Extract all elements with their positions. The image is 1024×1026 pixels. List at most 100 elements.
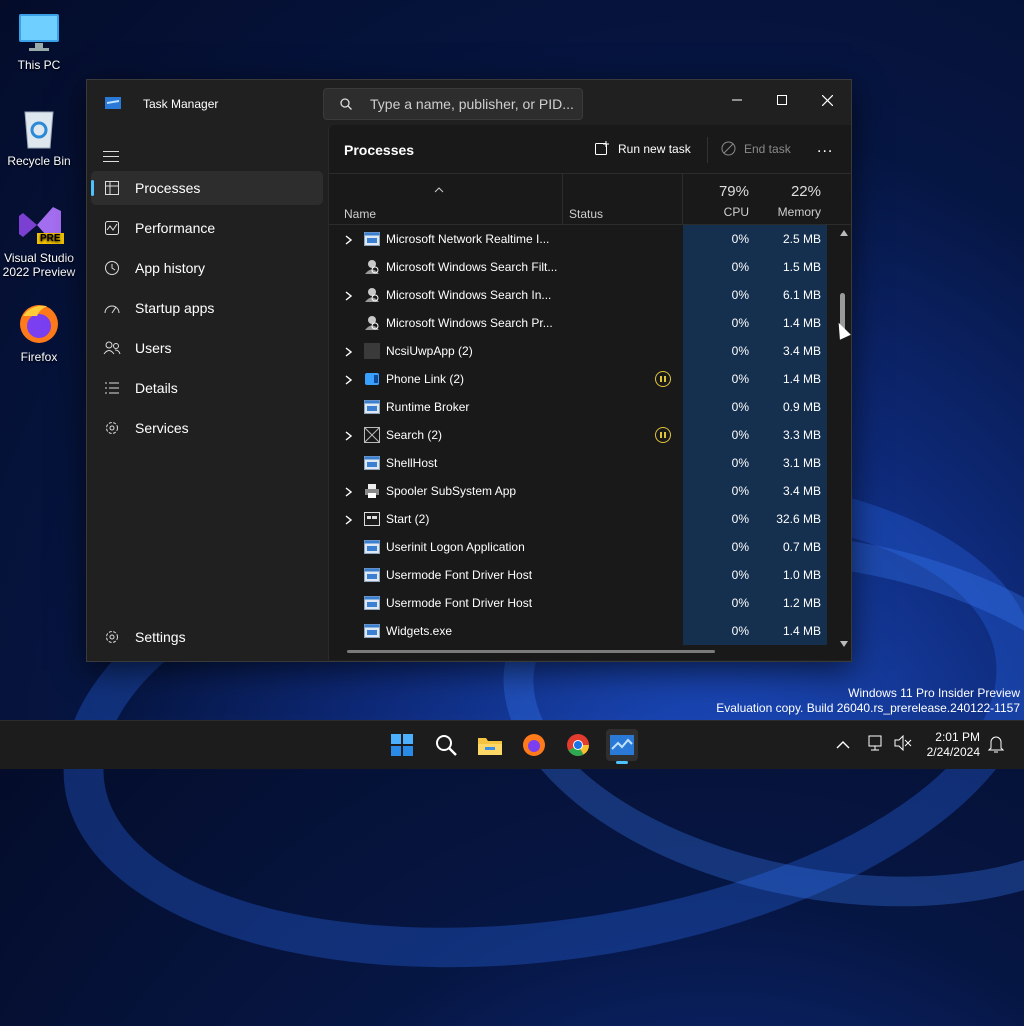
table-row[interactable]: ShellHost 0% 3.1 MB [329, 449, 851, 477]
expand-chevron-icon[interactable] [345, 234, 353, 248]
clock-date: 2/24/2024 [926, 745, 980, 759]
memory-cell: 32.6 MB [755, 505, 827, 533]
expand-chevron-icon[interactable] [345, 290, 353, 304]
more-options-button[interactable]: ... [817, 139, 833, 157]
maximize-button[interactable] [762, 86, 802, 114]
table-row[interactable]: Phone Link (2) 0% 1.4 MB [329, 365, 851, 393]
cpu-value: 0% [731, 624, 749, 638]
column-header-memory[interactable]: Memory [755, 205, 821, 219]
window-title: Task Manager [143, 97, 219, 111]
nav-item-app-history[interactable]: App history [91, 251, 323, 285]
system-clock[interactable]: 2:01 PM 2/24/2024 [927, 730, 980, 760]
desktop-icon-visual-studio[interactable]: PRE Visual Studio 2022 Preview [1, 203, 77, 279]
minimize-button[interactable] [717, 86, 757, 114]
task-manager-window: Task Manager Type a name, publisher, or … [86, 79, 852, 662]
firefox-taskbar-button[interactable] [518, 729, 550, 761]
desktop-icon-recycle-bin[interactable]: Recycle Bin [1, 106, 77, 168]
table-row[interactable]: Spooler SubSystem App 0% 3.4 MB [329, 477, 851, 505]
nav-item-processes[interactable]: Processes [91, 171, 323, 205]
column-header-status[interactable]: Status [569, 207, 603, 221]
hamburger-menu-icon[interactable] [103, 147, 119, 166]
memory-value: 2.5 MB [782, 232, 821, 246]
cpu-cell: 0% [683, 281, 755, 309]
horizontal-scrollbar[interactable] [347, 650, 715, 653]
close-button[interactable] [807, 86, 847, 114]
cpu-value: 0% [731, 596, 749, 610]
nav-item-performance[interactable]: Performance [91, 211, 323, 245]
desktop-icon-label: Recycle Bin [7, 154, 71, 168]
table-row[interactable]: Microsoft Windows Search Pr... 0% 1.4 MB [329, 309, 851, 337]
evaluation-watermark: Windows 11 Pro Insider Preview Evaluatio… [716, 686, 1020, 716]
cpu-cell: 0% [683, 561, 755, 589]
expand-chevron-icon[interactable] [345, 346, 353, 360]
memory-value: 6.1 MB [782, 288, 821, 302]
cpu-value: 0% [731, 260, 749, 274]
expand-chevron-icon[interactable] [345, 514, 353, 528]
end-task-button[interactable]: End task [721, 141, 791, 156]
table-row[interactable]: Microsoft Network Realtime I... 0% 2.5 MB [329, 225, 851, 253]
search-input[interactable]: Type a name, publisher, or PID... [370, 96, 574, 112]
table-row[interactable]: Widgets.exe 0% 1.4 MB [329, 617, 851, 645]
memory-value: 3.3 MB [782, 428, 821, 442]
memory-cell: 3.4 MB [755, 337, 827, 365]
file-explorer-icon [478, 738, 502, 755]
table-row[interactable]: Userinit Logon Application 0% 0.7 MB [329, 533, 851, 561]
cpu-value: 0% [731, 316, 749, 330]
show-hidden-icons-chevron-icon[interactable] [836, 737, 850, 755]
process-name: NcsiUwpApp (2) [386, 344, 473, 358]
table-row[interactable]: Runtime Broker 0% 0.9 MB [329, 393, 851, 421]
cpu-cell: 0% [683, 589, 755, 617]
file-explorer-button[interactable] [474, 729, 506, 761]
nav-item-services[interactable]: Services [91, 411, 323, 445]
nav-item-startup-apps[interactable]: Startup apps [91, 291, 323, 325]
expand-chevron-icon[interactable] [345, 486, 353, 500]
network-icon[interactable] [868, 735, 886, 756]
memory-total-percent[interactable]: 22% [755, 183, 821, 200]
nav-item-settings[interactable]: Settings [91, 620, 323, 654]
taskbar-search-button[interactable] [430, 729, 462, 761]
cpu-cell: 0% [683, 533, 755, 561]
app-window-icon [364, 455, 380, 471]
chrome-taskbar-button[interactable] [562, 729, 594, 761]
table-row[interactable]: NcsiUwpApp (2) 0% 3.4 MB [329, 337, 851, 365]
cpu-value: 0% [731, 288, 749, 302]
run-new-task-button[interactable]: Run new task [595, 141, 691, 156]
table-row[interactable]: Microsoft Windows Search Filt... 0% 1.5 MB [329, 253, 851, 281]
expand-chevron-icon[interactable] [345, 374, 353, 388]
cpu-value: 0% [731, 372, 749, 386]
memory-cell: 6.1 MB [755, 281, 827, 309]
nav-item-label: Performance [135, 220, 216, 236]
task-manager-taskbar-button[interactable] [606, 729, 638, 764]
start-button[interactable] [386, 729, 418, 761]
vertical-scrollbar[interactable] [837, 227, 849, 647]
scroll-up-arrow-icon[interactable] [840, 230, 848, 236]
table-row[interactable]: Search (2) 0% 3.3 MB [329, 421, 851, 449]
nav-item-details[interactable]: Details [91, 371, 323, 405]
memory-cell: 1.2 MB [755, 589, 827, 617]
notification-bell-icon[interactable] [987, 735, 1005, 758]
table-row[interactable]: Usermode Font Driver Host 0% 1.2 MB [329, 589, 851, 617]
table-row[interactable]: Usermode Font Driver Host 0% 1.0 MB [329, 561, 851, 589]
performance-chart-icon [103, 219, 121, 237]
scroll-down-arrow-icon[interactable] [840, 641, 848, 647]
expand-chevron-icon[interactable] [345, 430, 353, 444]
watermark-line: Windows 11 Pro Insider Preview [848, 686, 1020, 700]
column-header-cpu[interactable]: CPU [683, 205, 749, 219]
cpu-value: 0% [731, 484, 749, 498]
memory-cell: 3.1 MB [755, 449, 827, 477]
nav-item-label: Processes [135, 180, 201, 196]
table-row[interactable]: Microsoft Windows Search In... 0% 6.1 MB [329, 281, 851, 309]
column-header-name[interactable]: Name [344, 207, 376, 221]
table-row[interactable]: Start (2) 0% 32.6 MB [329, 505, 851, 533]
desktop-icon-this-pc[interactable]: This PC [1, 10, 77, 72]
nav-item-users[interactable]: Users [91, 331, 323, 365]
desktop-icon-firefox[interactable]: Firefox [1, 302, 77, 364]
end-task-label: End task [744, 141, 791, 156]
search-box[interactable]: Type a name, publisher, or PID... [323, 88, 583, 120]
process-name: Microsoft Windows Search Filt... [386, 260, 558, 274]
volume-muted-icon[interactable] [894, 734, 912, 756]
minimize-icon [732, 99, 742, 101]
watermark-line: Evaluation copy. Build 26040.rs_prerelea… [716, 701, 1020, 715]
process-name: ShellHost [386, 456, 438, 470]
cpu-total-percent[interactable]: 79% [683, 183, 749, 200]
